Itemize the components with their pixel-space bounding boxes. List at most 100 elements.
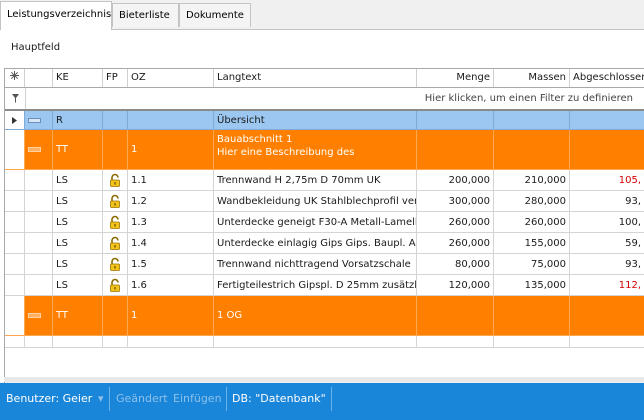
cell-menge — [417, 336, 494, 348]
status-db: DB: "Datenbank" — [232, 392, 326, 405]
cell-oz: 1.1 — [128, 170, 214, 191]
cell-menge — [417, 130, 494, 170]
cell-menge: 120,000 — [417, 275, 494, 296]
header-fp[interactable]: FP — [103, 69, 128, 87]
cell-indicator — [25, 212, 53, 233]
cell-ke: LS — [53, 212, 103, 233]
row-selector[interactable] — [5, 191, 25, 212]
cell-menge: 260,000 — [417, 212, 494, 233]
cell-fp — [103, 111, 128, 130]
cell-massen — [494, 111, 570, 130]
cell-oz: 1.3 — [128, 212, 214, 233]
status-user: Benutzer: Geier — [6, 392, 93, 405]
row-selector[interactable] — [5, 170, 25, 191]
cell-massen: 155,000 — [494, 233, 570, 254]
table-row[interactable]: TT 1 1 OG — [5, 296, 644, 336]
table-row[interactable]: LS 1.6 Fertigteilestrich Gipspl. D 25mm zu… — [5, 275, 644, 296]
cell-langtext: Wandbekleidung UK Stahlblechprofil verz — [214, 191, 417, 212]
cell-abgeschlossen: 93, — [570, 254, 644, 275]
lv-grid: KE FP OZ Langtext Menge Massen Abgeschlo… — [4, 68, 644, 383]
cell-oz: 1 — [128, 130, 214, 170]
cell-massen — [494, 336, 570, 348]
status-separator — [109, 387, 110, 411]
cell-langtext: Fertigteilestrich Gipspl. D 25mm zusätzl… — [214, 275, 417, 296]
row-selector-icon[interactable] — [5, 111, 25, 130]
cell-langtext: Trennwand H 2,75m D 70mm UK — [214, 170, 417, 191]
tab-leistungsverzeichnis[interactable]: Leistungsverzeichnis — [0, 1, 112, 30]
collapse-icon[interactable] — [25, 111, 53, 130]
tab-bieterliste[interactable]: Bieterliste — [112, 3, 179, 27]
cell-oz: 1.6 — [128, 275, 214, 296]
langtext-line-1: Bauabschnitt 1 — [217, 134, 293, 145]
horizontal-scrollbar[interactable] — [4, 377, 644, 382]
cell-abgeschlossen: 93, — [570, 191, 644, 212]
cell-abgeschlossen: 59, — [570, 233, 644, 254]
filter-hint: Hier klicken, um einen Filter zu definie… — [424, 93, 633, 104]
cell-indicator — [25, 336, 53, 348]
table-row[interactable]: LS 1.1 Trennwand H 2,75m D 70mm UK 200,000 2… — [5, 170, 644, 191]
status-separator — [226, 387, 227, 411]
column-chooser-icon[interactable] — [5, 69, 25, 87]
cell-fp — [103, 336, 128, 348]
table-row[interactable]: LS 1.2 Wandbekleidung UK Stahlblechprofil … — [5, 191, 644, 212]
row-selector[interactable] — [5, 254, 25, 275]
header-abgeschlossen[interactable]: Abgeschlossen — [570, 69, 644, 87]
table-row[interactable]: LS 1.4 Unterdecke einlagig Gips Gips. Baup… — [5, 233, 644, 254]
cell-oz: 1 — [128, 296, 214, 336]
lock-icon — [103, 275, 128, 296]
table-row[interactable]: LS 1.5 Trennwand nichttragend Vorsatzschal… — [5, 254, 644, 275]
cell-indicator — [25, 191, 53, 212]
cell-massen: 75,000 — [494, 254, 570, 275]
cell-langtext: 1 OG — [214, 296, 417, 336]
cell-ke: LS — [53, 233, 103, 254]
cell-abgeschlossen — [570, 111, 644, 130]
cell-abgeschlossen: 112, — [570, 275, 644, 296]
grid-header: KE FP OZ Langtext Menge Massen Abgeschlo… — [5, 69, 644, 88]
cell-massen: 210,000 — [494, 170, 570, 191]
langtext-line-2: Hier eine Beschreibung des — [217, 147, 355, 158]
cell-menge — [417, 111, 494, 130]
cell-indicator — [25, 275, 53, 296]
lock-icon — [103, 233, 128, 254]
header-ke[interactable]: KE — [53, 69, 103, 87]
cell-indicator — [25, 233, 53, 254]
cell-langtext: Unterdecke einlagig Gips Gips. Baupl. A … — [214, 233, 417, 254]
row-selector[interactable] — [5, 130, 25, 170]
lock-icon — [103, 170, 128, 191]
row-selector[interactable] — [5, 212, 25, 233]
cell-abgeschlossen — [570, 130, 644, 170]
cell-massen: 260,000 — [494, 212, 570, 233]
table-row[interactable] — [5, 336, 644, 348]
cell-langtext — [214, 336, 417, 348]
header-indicator — [25, 69, 53, 87]
cell-menge — [417, 296, 494, 336]
row-selector[interactable] — [5, 233, 25, 254]
cell-menge: 80,000 — [417, 254, 494, 275]
cell-ke — [53, 336, 103, 348]
header-massen[interactable]: Massen — [494, 69, 570, 87]
cell-ke: LS — [53, 275, 103, 296]
lock-icon — [103, 212, 128, 233]
header-menge[interactable]: Menge — [417, 69, 494, 87]
tab-dokumente[interactable]: Dokumente — [179, 3, 251, 27]
cell-ke: TT — [53, 130, 103, 170]
cell-langtext: Bauabschnitt 1 Hier eine Beschreibung de… — [214, 130, 417, 170]
table-row[interactable]: TT 1 Bauabschnitt 1 Hier eine Beschreibu… — [5, 130, 644, 170]
status-bar: Benutzer: Geier ▾ Geändert Einfügen DB: … — [0, 383, 644, 420]
cell-indicator — [25, 254, 53, 275]
filter-row[interactable]: Hier klicken, um einen Filter zu definie… — [5, 88, 644, 111]
row-selector[interactable] — [5, 296, 25, 336]
header-langtext[interactable]: Langtext — [214, 69, 417, 87]
header-oz[interactable]: OZ — [128, 69, 214, 87]
table-row[interactable]: R Übersicht — [5, 111, 644, 130]
row-selector[interactable] — [5, 275, 25, 296]
dropdown-icon[interactable]: ▾ — [98, 383, 104, 415]
collapse-icon[interactable] — [25, 130, 53, 170]
cell-massen — [494, 296, 570, 336]
cell-ke: R — [53, 111, 103, 130]
cell-massen: 135,000 — [494, 275, 570, 296]
cell-massen — [494, 130, 570, 170]
collapse-icon[interactable] — [25, 296, 53, 336]
table-row[interactable]: LS 1.3 Unterdecke geneigt F30-A Metall-Lam… — [5, 212, 644, 233]
cell-oz — [128, 111, 214, 130]
